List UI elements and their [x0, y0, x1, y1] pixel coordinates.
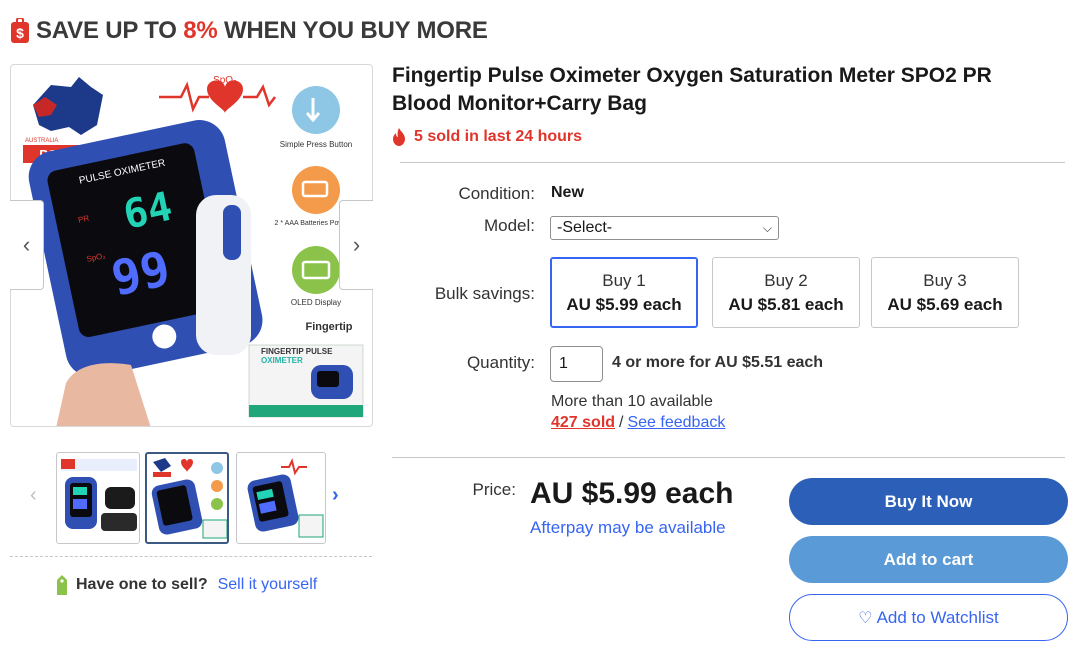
thumb-next-button[interactable]: ›: [332, 484, 339, 507]
sold-feedback-line: 427 sold / See feedback: [551, 414, 725, 432]
thumbnail-1-image: [61, 459, 137, 531]
buy-it-now-label: Buy It Now: [884, 491, 973, 511]
price-value: AU $5.99 each: [530, 477, 734, 510]
chevron-down-icon: ⌵: [762, 220, 772, 235]
quantity-offer: 4 or more for AU $5.51 each: [612, 354, 824, 371]
price-label: Price:: [472, 480, 516, 499]
savings-banner: $ SAVE UP TO 8% WHEN YOU BUY MORE: [10, 14, 488, 48]
sold-24h-text: 5 sold in last 24 hours: [414, 128, 583, 145]
quantity-label: Quantity:: [466, 353, 535, 372]
thumbnail-3-image: [247, 458, 324, 538]
listing-title: Fingertip Pulse Oximeter Oxygen Saturati…: [392, 64, 992, 115]
sold-last-24h: 5 sold in last 24 hours: [392, 128, 582, 146]
bulk-option-buy-2[interactable]: Buy 2 AU $5.81 each: [712, 257, 860, 328]
left-divider: [10, 556, 372, 557]
australia-label: AUSTRALIA: [25, 138, 58, 144]
bulk-price: AU $5.81 each: [728, 294, 844, 314]
finger-graphic: [56, 363, 151, 426]
afterpay-link[interactable]: Afterpay may be available: [530, 518, 726, 538]
add-to-cart-label: Add to cart: [883, 549, 974, 569]
image-next-button[interactable]: ›: [339, 200, 373, 290]
bulk-price: AU $5.99 each: [566, 294, 682, 314]
press-button-feature-icon: [292, 86, 340, 134]
feature-3-text: OLED Display: [291, 298, 341, 307]
add-to-cart-button[interactable]: Add to cart: [789, 536, 1068, 583]
bulk-option-buy-3[interactable]: Buy 3 AU $5.69 each: [871, 257, 1019, 328]
banner-prefix: SAVE UP TO: [36, 17, 177, 44]
quantity-value: 1: [559, 355, 568, 372]
thumbnail-2[interactable]: [145, 452, 229, 544]
sell-tag-icon: [57, 575, 67, 595]
sell-it-yourself-link[interactable]: Sell it yourself: [218, 576, 318, 594]
banner-text: SAVE UP TO 8% WHEN YOU BUY MORE: [36, 17, 488, 45]
quantity-input[interactable]: 1: [550, 346, 603, 382]
see-feedback-link[interactable]: See feedback: [627, 414, 725, 431]
section-divider: [400, 162, 1065, 163]
bulk-qty: Buy 1: [602, 270, 646, 290]
banner-suffix: WHEN YOU BUY MORE: [223, 17, 488, 44]
sold-count-link[interactable]: 427 sold: [551, 414, 615, 431]
bulk-savings-label: Bulk savings:: [434, 284, 535, 303]
heart-spo2-label: SpO₂: [213, 75, 237, 86]
feature-1-text: Simple Press Button: [280, 140, 352, 149]
bulk-option-buy-1[interactable]: Buy 1 AU $5.99 each: [550, 257, 698, 328]
thumb-prev-button[interactable]: ‹: [30, 484, 37, 507]
thumbnail-3[interactable]: [236, 452, 326, 544]
model-selected-value: -Select-: [557, 219, 613, 236]
model-select[interactable]: -Select- ⌵: [550, 216, 779, 240]
thumbnail-1[interactable]: [56, 452, 140, 544]
fire-icon: [393, 128, 405, 146]
watchlist-label: Add to Watchlist: [876, 607, 999, 627]
price-divider: [392, 457, 1065, 458]
oled-display-feature-icon: [292, 246, 340, 294]
battery-feature-icon: [292, 166, 340, 214]
add-to-watchlist-button[interactable]: ♡ Add to Watchlist: [789, 594, 1068, 641]
buy-it-now-button[interactable]: Buy It Now: [789, 478, 1068, 525]
banner-percent: 8%: [183, 17, 218, 44]
pr-reading: 64: [120, 184, 177, 239]
price-tag-icon: $: [11, 18, 29, 43]
sell-question: Have one to sell?: [76, 576, 208, 593]
condition-label: Condition:: [458, 184, 535, 203]
availability-text: More than 10 available: [551, 393, 713, 410]
chevron-right-icon: ›: [352, 232, 361, 257]
bulk-qty: Buy 3: [923, 270, 967, 290]
sell-yourself-row: Have one to sell? Sell it yourself: [54, 574, 317, 596]
product-illustration: AUSTRALIA POST SpO₂ PULSE OXIMETER 64 PR…: [23, 75, 364, 426]
bulk-qty: Buy 2: [764, 270, 808, 290]
image-prev-button[interactable]: ‹: [10, 200, 44, 290]
separator: /: [619, 414, 624, 431]
box-line-1: FINGERTIP PULSE: [261, 347, 333, 356]
model-label: Model:: [483, 216, 535, 235]
box-line-2: OXIMETER: [261, 356, 303, 365]
fingertip-brand-mark: Fingertip: [305, 321, 352, 333]
chevron-left-icon: ‹: [22, 232, 31, 257]
heart-icon: ♡: [858, 609, 873, 627]
svg-text:$: $: [16, 25, 24, 41]
thumbnail-2-image: [151, 458, 227, 539]
main-product-image[interactable]: AUSTRALIA POST SpO₂ PULSE OXIMETER 64 PR…: [10, 64, 373, 427]
condition-value: New: [551, 184, 584, 201]
spo2-reading: 99: [107, 241, 175, 308]
bulk-price: AU $5.69 each: [887, 294, 1003, 314]
